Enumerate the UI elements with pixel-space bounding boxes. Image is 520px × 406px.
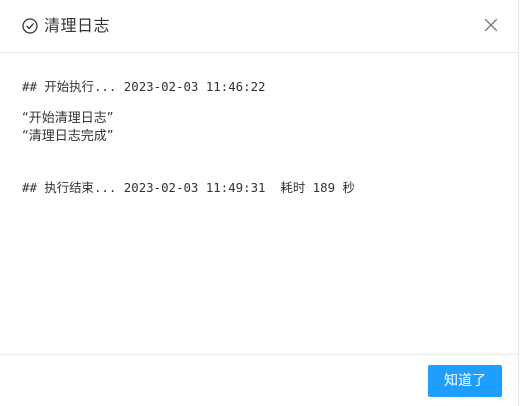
dialog-content: ## 开始执行... 2023-02-03 11:46:22 “开始清理日志” … bbox=[0, 53, 518, 354]
close-icon[interactable] bbox=[483, 17, 499, 33]
log-message: “开始清理日志” bbox=[22, 111, 114, 126]
dialog-title: 清理日志 bbox=[44, 16, 111, 35]
dialog-header: 清理日志 bbox=[0, 0, 518, 53]
log-end-line: ## 执行结束... 2023-02-03 11:49:31 耗时 189 秒 bbox=[22, 180, 355, 195]
dialog: 清理日志 ## 开始执行... 2023-02-03 11:46:22 “开始清… bbox=[0, 0, 519, 406]
ok-button[interactable]: 知道了 bbox=[428, 365, 502, 397]
check-circle-icon bbox=[22, 18, 38, 34]
log-message: “清理日志完成” bbox=[22, 129, 114, 144]
log-start-line: ## 开始执行... 2023-02-03 11:46:22 bbox=[22, 79, 266, 94]
dialog-title-wrap: 清理日志 bbox=[22, 16, 110, 36]
dialog-footer: 知道了 bbox=[0, 354, 518, 406]
